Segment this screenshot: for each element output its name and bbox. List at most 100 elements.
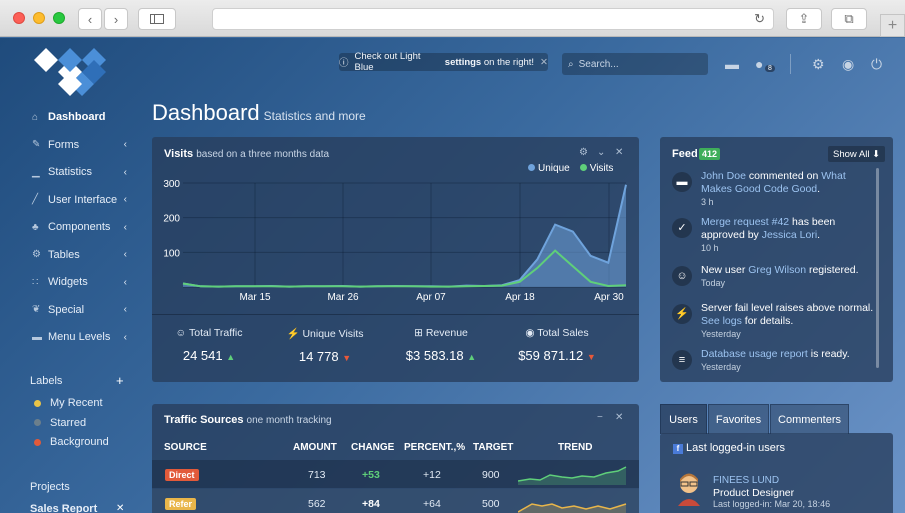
feed-link[interactable]: Greg Wilson bbox=[748, 264, 806, 276]
feed-text-block: Database usage report is ready. Yesterday bbox=[701, 348, 877, 374]
bolt-icon: ⚡ bbox=[672, 304, 692, 324]
add-label-button[interactable]: + bbox=[116, 373, 124, 388]
label-item[interactable]: Starred bbox=[34, 417, 86, 429]
search-icon: ⌕ bbox=[568, 58, 574, 70]
reload-icon[interactable]: ↻ bbox=[754, 11, 765, 27]
y-tick-label: 100 bbox=[163, 248, 180, 259]
close-icon[interactable]: ✕ bbox=[116, 503, 124, 513]
close-notice-icon[interactable]: ✕ bbox=[540, 57, 548, 68]
column-header: CHANGE bbox=[351, 442, 395, 453]
project-item[interactable]: Sales Report bbox=[30, 503, 97, 513]
stat-block: ⚡ Unique Visits 14 778 ▼ bbox=[270, 327, 380, 364]
label-item[interactable]: My Recent bbox=[34, 397, 103, 409]
sidebar-item-dashboard[interactable]: ⌂ Dashboard bbox=[32, 108, 127, 126]
sidebar-item-label: Statistics bbox=[48, 166, 93, 178]
sidebar-item-special[interactable]: ❦ Special ‹ bbox=[32, 301, 127, 319]
feed-link[interactable]: Jessica Lori bbox=[762, 229, 817, 241]
sidebar-item-menu-levels[interactable]: ▬ Menu Levels ‹ bbox=[32, 328, 127, 346]
feed-count-badge: 412 bbox=[699, 148, 721, 160]
user-name[interactable]: FINEES LUND bbox=[713, 475, 779, 486]
gear-icon[interactable]: ⚙ bbox=[812, 56, 825, 73]
cell-change: +53 bbox=[362, 469, 380, 481]
label-dot bbox=[34, 438, 41, 446]
dashboard-app: ⌂ Dashboard ✎ Forms ‹ ▁ Statistics ‹ ╱ User Inter… bbox=[0, 38, 905, 513]
cell-change: +84 bbox=[362, 498, 380, 510]
feed-link[interactable]: John Doe bbox=[701, 170, 746, 182]
tab-commenters[interactable]: Commenters bbox=[770, 404, 849, 434]
sidebar-item-label: Special bbox=[48, 303, 85, 316]
close-icon[interactable]: ✕ bbox=[615, 147, 623, 158]
minimize-icon[interactable]: − bbox=[597, 412, 603, 423]
notice-suffix: on the right! bbox=[483, 56, 535, 68]
x-tick-label: Mar 26 bbox=[327, 292, 359, 303]
chevron-left-icon: ‹ bbox=[123, 249, 127, 260]
sidebar-item-user-interface[interactable]: ╱ User Interface ‹ bbox=[32, 191, 127, 209]
sidebar-item-label: User Interface bbox=[48, 193, 118, 206]
search-input[interactable]: ⌕ Search... bbox=[562, 53, 708, 75]
chevron-left-icon: ‹ bbox=[123, 194, 127, 205]
projects-title: Projects bbox=[30, 481, 70, 493]
trend-sparkline bbox=[518, 503, 627, 513]
gear-icon[interactable]: ⚙ bbox=[579, 147, 588, 158]
sidebar-item-statistics[interactable]: ▁ Statistics ‹ bbox=[32, 163, 127, 181]
forward-button[interactable]: › bbox=[104, 8, 128, 30]
close-icon[interactable]: ✕ bbox=[615, 412, 623, 423]
feed-text: New user bbox=[701, 264, 749, 276]
traffic-subtitle: one month tracking bbox=[246, 415, 332, 426]
stat-title: ☺ Total Traffic bbox=[154, 327, 264, 339]
address-bar[interactable]: ↻ bbox=[212, 8, 774, 30]
label-item[interactable]: Background bbox=[34, 436, 109, 448]
chevron-left-icon: ‹ bbox=[123, 166, 127, 178]
tree-icon: ♣ bbox=[32, 221, 39, 233]
tabs-button[interactable]: ⧉ bbox=[831, 8, 867, 30]
sidebar-item-tables[interactable]: ⚙ Tables ‹ bbox=[32, 246, 127, 264]
page-title-text: Dashboard bbox=[152, 100, 260, 125]
feed-time: 10 h bbox=[701, 243, 719, 253]
stat-block: ⊞ Revenue $3 583.18 ▲ bbox=[386, 327, 496, 363]
tabs-icon: ⧉ bbox=[844, 11, 854, 26]
close-window-button[interactable] bbox=[13, 12, 25, 24]
facebook-icon: f bbox=[673, 444, 683, 454]
sidebar-toggle-button[interactable] bbox=[138, 8, 176, 30]
share-button[interactable]: ⇪ bbox=[786, 8, 822, 30]
bolt-icon: ⚡ bbox=[286, 328, 300, 340]
stat-number: $59 871.12 bbox=[518, 348, 584, 363]
sidebar-item-forms[interactable]: ✎ Forms ‹ bbox=[32, 136, 127, 154]
back-button[interactable]: ‹ bbox=[78, 8, 102, 30]
stat-number: $3 583.18 bbox=[405, 348, 464, 363]
sidebar-item-components[interactable]: ♣ Components ‹ bbox=[32, 218, 127, 236]
power-icon[interactable]: ⏻ bbox=[871, 56, 882, 73]
minimize-window-button[interactable] bbox=[33, 12, 45, 24]
new-tab-button[interactable]: + bbox=[880, 14, 905, 37]
feed-link[interactable]: Database usage report bbox=[701, 348, 808, 360]
traffic-title-text: Traffic Sources bbox=[164, 414, 244, 426]
arrow-down-icon: ⬇ bbox=[872, 148, 881, 160]
show-all-button[interactable]: Show All ⬇ bbox=[828, 146, 886, 162]
messages-icon[interactable]: ▬ bbox=[725, 56, 739, 72]
tab-favorites[interactable]: Favorites bbox=[708, 404, 769, 434]
stat-label: Unique Visits bbox=[302, 328, 364, 340]
feed-title: Feed bbox=[672, 148, 698, 160]
legend-dot bbox=[579, 164, 587, 171]
plus-square-icon: ⊞ bbox=[414, 327, 423, 339]
feed-link[interactable]: See logs bbox=[701, 315, 742, 327]
sidebar-item-label: Widgets bbox=[48, 276, 88, 288]
caret-up-icon: ▲ bbox=[226, 352, 236, 362]
column-header: TREND bbox=[558, 442, 593, 453]
chevron-left-icon: ‹ bbox=[123, 139, 127, 150]
user-icon[interactable]: ◉ bbox=[842, 56, 854, 73]
sidebar-item-widgets[interactable]: ∷ Widgets ‹ bbox=[32, 273, 127, 291]
share-icon: ⇪ bbox=[798, 11, 810, 26]
trend-area bbox=[518, 467, 626, 485]
user-icon: ☺ bbox=[672, 266, 692, 286]
settings-notice[interactable]: ⓘ Check out Light Blue settings on the r… bbox=[339, 51, 548, 73]
pencil-icon: ✎ bbox=[32, 139, 41, 150]
globe-icon[interactable]: ● bbox=[755, 56, 763, 72]
column-header: PERCENT.,% bbox=[404, 442, 466, 453]
feed-text: . bbox=[817, 229, 821, 241]
chevron-down-icon[interactable]: ⌄ bbox=[597, 147, 605, 158]
notice-prefix: Check out Light Blue bbox=[354, 51, 421, 73]
feed-link[interactable]: Merge request #42 bbox=[701, 216, 789, 228]
maximize-window-button[interactable] bbox=[53, 12, 65, 24]
tab-users[interactable]: Users bbox=[660, 404, 707, 434]
